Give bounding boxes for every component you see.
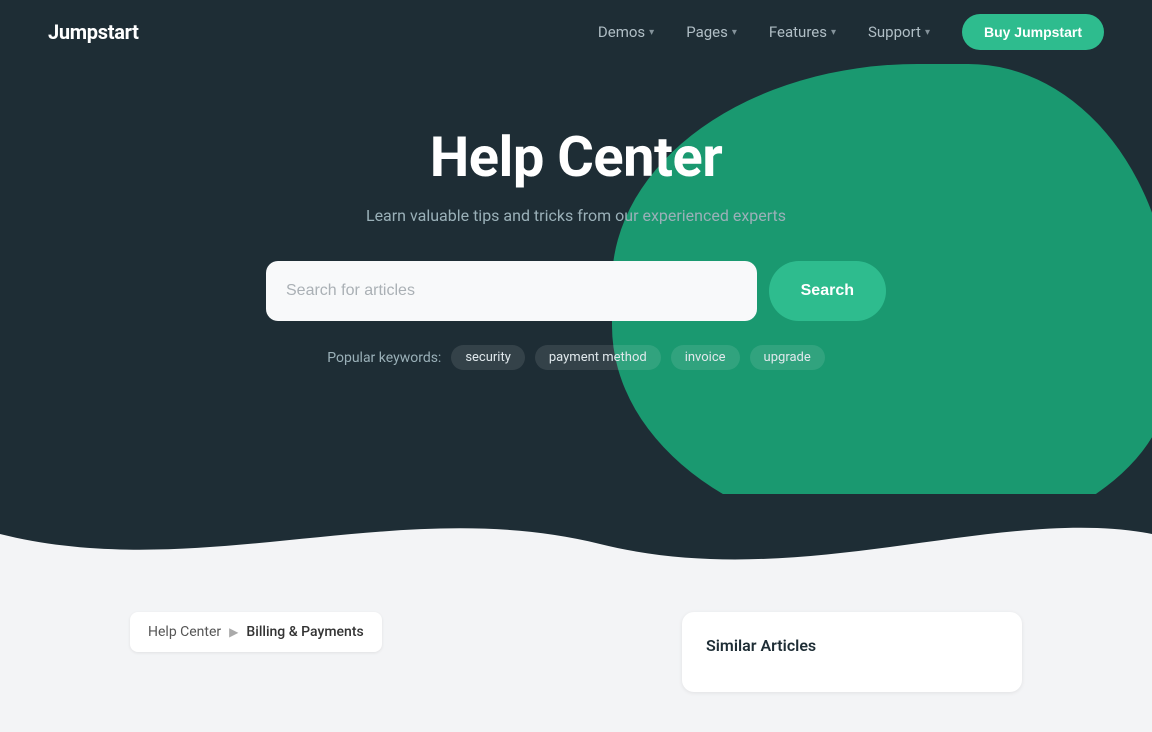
keyword-security[interactable]: security xyxy=(451,345,525,370)
breadcrumb-area: Help Center ▶ Billing & Payments xyxy=(130,612,642,692)
similar-articles-title: Similar Articles xyxy=(706,636,998,655)
similar-articles-card: Similar Articles xyxy=(682,612,1022,692)
nav-pages[interactable]: Pages ▾ xyxy=(686,23,737,41)
breadcrumb-home[interactable]: Help Center xyxy=(148,624,221,640)
popular-keywords: Popular keywords: security payment metho… xyxy=(327,345,825,370)
hero-title: Help Center xyxy=(430,124,723,190)
nav-support[interactable]: Support ▾ xyxy=(868,23,930,41)
search-input[interactable] xyxy=(266,261,757,321)
hero-content: Help Center Learn valuable tips and tric… xyxy=(48,124,1104,370)
hero-section: Help Center Learn valuable tips and tric… xyxy=(0,64,1152,494)
chevron-down-icon: ▾ xyxy=(732,27,737,38)
keyword-invoice[interactable]: invoice xyxy=(671,345,740,370)
breadcrumb-separator: ▶ xyxy=(229,625,238,639)
nav-demos[interactable]: Demos ▾ xyxy=(598,23,654,41)
popular-keywords-label: Popular keywords: xyxy=(327,350,441,366)
chevron-down-icon: ▾ xyxy=(649,27,654,38)
keyword-upgrade[interactable]: upgrade xyxy=(750,345,825,370)
chevron-down-icon: ▾ xyxy=(925,27,930,38)
navbar: Jumpstart Demos ▾ Pages ▾ Features ▾ Sup… xyxy=(0,0,1152,64)
search-button[interactable]: Search xyxy=(769,261,886,321)
buy-button[interactable]: Buy Jumpstart xyxy=(962,14,1104,50)
bottom-section: Help Center ▶ Billing & Payments Similar… xyxy=(0,572,1152,732)
chevron-down-icon: ▾ xyxy=(831,27,836,38)
hero-subtitle: Learn valuable tips and tricks from our … xyxy=(366,206,786,225)
nav-features[interactable]: Features ▾ xyxy=(769,23,836,41)
breadcrumb: Help Center ▶ Billing & Payments xyxy=(130,612,382,652)
keyword-payment-method[interactable]: payment method xyxy=(535,345,661,370)
nav-links: Demos ▾ Pages ▾ Features ▾ Support ▾ Buy… xyxy=(598,14,1104,50)
logo[interactable]: Jumpstart xyxy=(48,20,139,44)
search-bar: Search xyxy=(266,261,886,321)
wave-divider xyxy=(0,494,1152,574)
breadcrumb-current: Billing & Payments xyxy=(246,624,363,640)
